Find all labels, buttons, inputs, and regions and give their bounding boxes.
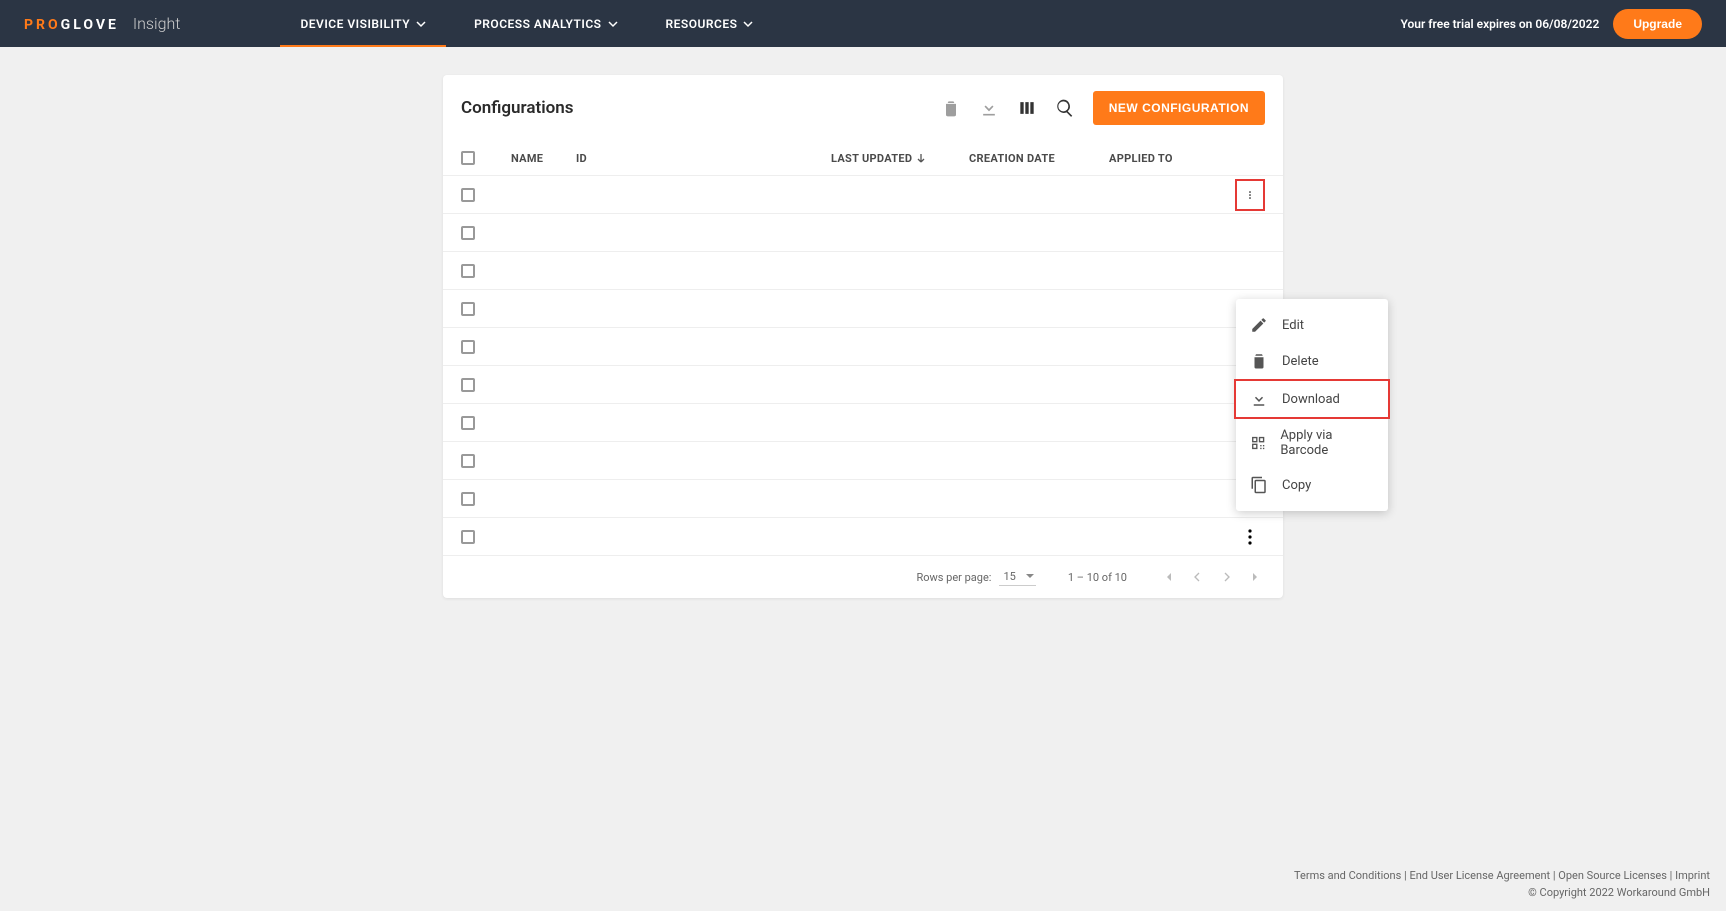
column-last-updated[interactable]: LAST UPDATED [831,152,969,165]
table-row[interactable] [443,290,1283,328]
row-checkbox[interactable] [461,302,475,316]
menu-label: Apply via Barcode [1280,428,1374,458]
upgrade-button[interactable]: Upgrade [1613,9,1702,39]
footer-imprint[interactable]: Imprint [1675,869,1710,882]
column-id[interactable]: ID [576,152,831,165]
app-header: PROGLOVE Insight DEVICE VISIBILITY PROCE… [0,0,1726,47]
last-page-icon[interactable] [1249,569,1265,585]
nav-label: DEVICE VISIBILITY [300,17,410,31]
page-nav [1159,569,1265,585]
nav-device-visibility[interactable]: DEVICE VISIBILITY [300,0,426,47]
configurations-card: Configurations NEW CONFIGURATION NAME ID… [443,75,1283,598]
menu-delete[interactable]: Delete [1236,343,1388,379]
footer-eula[interactable]: End User License Agreement [1409,869,1550,882]
row-context-menu: Edit Delete Download Apply via Barcode C… [1236,299,1388,511]
menu-label: Download [1282,392,1340,407]
menu-download[interactable]: Download [1234,379,1390,419]
page-range: 1 – 10 of 10 [1068,571,1127,584]
main-nav: DEVICE VISIBILITY PROCESS ANALYTICS RESO… [300,0,753,47]
table-row[interactable] [443,480,1283,518]
row-checkbox[interactable] [461,264,475,278]
trial-expiry-text: Your free trial expires on 06/08/2022 [1400,17,1599,31]
edit-icon [1250,316,1268,334]
chevron-down-icon [416,19,426,29]
row-checkbox[interactable] [461,378,475,392]
chevron-down-icon [743,19,753,29]
trash-icon [1250,352,1268,370]
table-row[interactable] [443,366,1283,404]
qr-icon [1250,434,1266,452]
header-right: Your free trial expires on 06/08/2022 Up… [1400,9,1702,39]
table-row[interactable] [443,214,1283,252]
pagination-bar: Rows per page: 15 1 – 10 of 10 [443,556,1283,598]
logo-glove: GLOVE [61,17,119,33]
nav-process-analytics[interactable]: PROCESS ANALYTICS [474,0,617,47]
table-row[interactable] [443,176,1283,214]
logo-product: Insight [133,14,181,33]
card-actions: NEW CONFIGURATION [941,91,1265,125]
column-name[interactable]: NAME [511,152,576,165]
table-row[interactable] [443,328,1283,366]
more-vert-icon[interactable] [1249,187,1251,203]
nav-resources[interactable]: RESOURCES [666,0,754,47]
row-checkbox[interactable] [461,416,475,430]
row-checkbox[interactable] [461,226,475,240]
menu-label: Copy [1282,478,1311,493]
first-page-icon[interactable] [1159,569,1175,585]
row-checkbox[interactable] [461,340,475,354]
card-header: Configurations NEW CONFIGURATION [443,75,1283,141]
nav-label: RESOURCES [666,17,738,31]
table-row[interactable] [443,442,1283,480]
table-row[interactable] [443,518,1283,556]
sort-down-icon [916,153,926,163]
copy-icon [1250,476,1268,494]
chevron-down-icon [608,19,618,29]
next-page-icon[interactable] [1219,569,1235,585]
select-all-checkbox[interactable] [461,151,475,165]
columns-icon[interactable] [1017,98,1037,118]
table-header-row: NAME ID LAST UPDATED CREATION DATE APPLI… [443,141,1283,176]
row-checkbox[interactable] [461,492,475,506]
footer-open-source[interactable]: Open Source Licenses [1558,869,1667,882]
logo[interactable]: PROGLOVE Insight [24,14,180,33]
new-configuration-button[interactable]: NEW CONFIGURATION [1093,91,1265,125]
rows-label: Rows per page: [916,571,991,584]
row-checkbox[interactable] [461,188,475,202]
row-checkbox[interactable] [461,454,475,468]
download-icon [1250,390,1268,408]
search-icon[interactable] [1055,98,1075,118]
rows-per-page: Rows per page: 15 [916,568,1035,586]
more-vert-icon[interactable] [1248,529,1252,545]
prev-page-icon[interactable] [1189,569,1205,585]
delete-icon[interactable] [941,98,961,118]
column-applied-to[interactable]: APPLIED TO [1109,152,1265,165]
column-creation-date[interactable]: CREATION DATE [969,152,1109,165]
menu-label: Delete [1282,354,1319,369]
page-footer: Terms and Conditions | End User License … [1294,869,1710,899]
row-checkbox[interactable] [461,530,475,544]
footer-copyright: © Copyright 2022 Workaround GmbH [1294,886,1710,899]
logo-pro: PRO [24,17,61,33]
download-icon[interactable] [979,98,999,118]
dropdown-arrow-icon [1026,572,1034,580]
menu-copy[interactable]: Copy [1236,467,1388,503]
footer-terms[interactable]: Terms and Conditions [1294,869,1401,882]
rows-per-page-select[interactable]: 15 [999,568,1035,586]
page-title: Configurations [461,98,574,118]
nav-label: PROCESS ANALYTICS [474,17,601,31]
menu-apply-barcode[interactable]: Apply via Barcode [1236,419,1388,467]
table-row[interactable] [443,404,1283,442]
menu-label: Edit [1282,318,1304,333]
row-actions-highlighted [1235,179,1265,211]
menu-edit[interactable]: Edit [1236,307,1388,343]
table-row[interactable] [443,252,1283,290]
